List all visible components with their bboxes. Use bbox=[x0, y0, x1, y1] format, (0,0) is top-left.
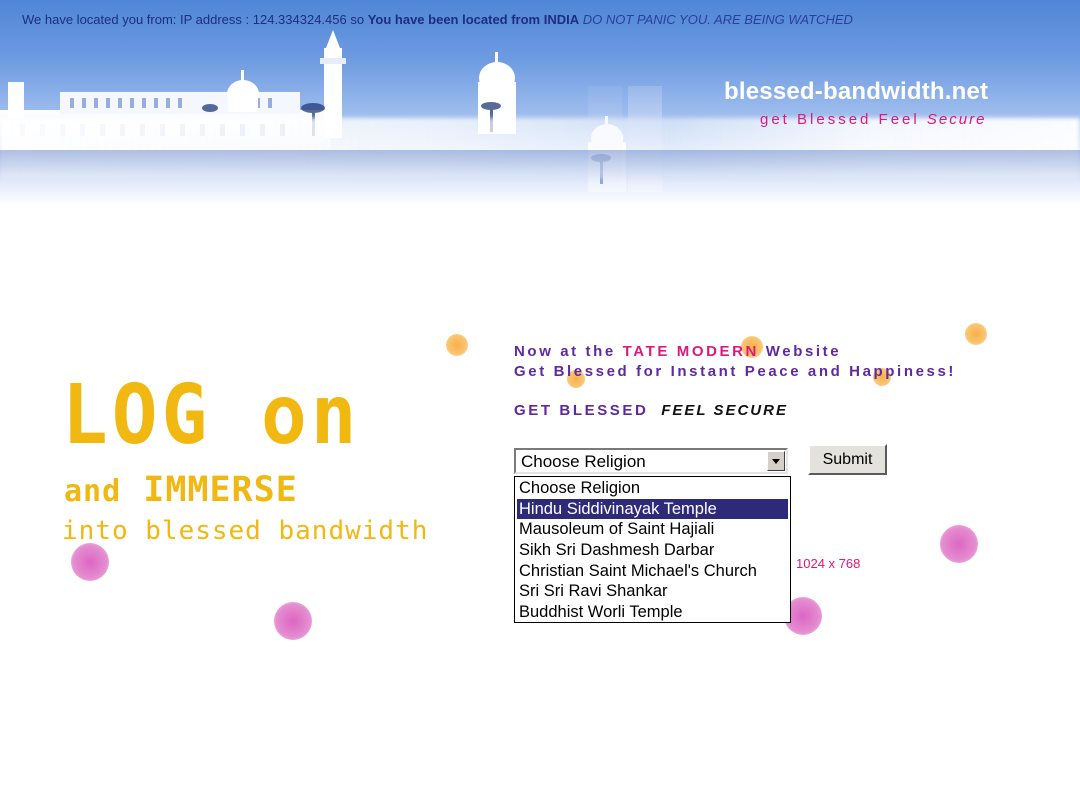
religion-option[interactable]: Christian Saint Michael's Church bbox=[517, 561, 788, 581]
resolution-note: 1024 x 768 bbox=[796, 556, 861, 571]
intro-line-1: Now at the TATE MODERN Website bbox=[514, 343, 841, 360]
chevron-down-icon bbox=[772, 458, 780, 464]
site-brand: blessed-bandwidth.net bbox=[724, 78, 989, 105]
site-tagline: get Blessed Feel Secure bbox=[760, 111, 986, 128]
location-ticker: We have located you from: IP address : 1… bbox=[22, 12, 853, 27]
tagline-blessed: get Blessed Feel bbox=[760, 111, 920, 128]
ticker-location: You have been located from INDIA bbox=[367, 12, 580, 27]
header-banner: We have located you from: IP address : 1… bbox=[0, 0, 1080, 205]
ticker-prefix: We have located you from: IP address : 1… bbox=[22, 12, 365, 27]
religion-options-list[interactable]: Choose Religion Hindu Siddivinayak Templ… bbox=[514, 476, 791, 623]
intro-pre: Now at the bbox=[514, 343, 616, 360]
orange-dot bbox=[965, 323, 987, 345]
sea-band bbox=[0, 150, 1080, 205]
cta-feel-secure: FEEL SECURE bbox=[661, 402, 788, 419]
religion-select[interactable]: Choose Religion bbox=[514, 448, 788, 474]
religion-option[interactable]: Hindu Siddivinayak Temple bbox=[517, 499, 788, 519]
immerse-and: and bbox=[64, 474, 122, 509]
ticker-warning: DO NOT PANIC YOU. ARE BEING WATCHED bbox=[582, 12, 853, 27]
orange-dot bbox=[446, 334, 468, 356]
pink-dot bbox=[71, 543, 109, 581]
immerse-heading: and IMMERSE bbox=[64, 470, 298, 510]
religion-option[interactable]: Buddhist Worli Temple bbox=[517, 602, 788, 622]
dropdown-arrow-button[interactable] bbox=[767, 451, 785, 471]
intro-highlight: TATE MODERN bbox=[622, 343, 759, 360]
tagline-secure: Secure bbox=[926, 111, 987, 128]
cta-line: GET BLESSED FEEL SECURE bbox=[514, 402, 788, 419]
religion-option[interactable]: Choose Religion bbox=[517, 478, 788, 498]
pink-dot bbox=[940, 525, 978, 563]
pink-dot bbox=[274, 602, 312, 640]
into-bandwidth-text: into blessed bandwidth bbox=[62, 516, 429, 546]
immerse-word: IMMERSE bbox=[143, 470, 298, 510]
cta-get-blessed: GET BLESSED bbox=[514, 402, 649, 419]
religion-select-value: Choose Religion bbox=[521, 452, 646, 471]
religion-option[interactable]: Mausoleum of Saint Hajiali bbox=[517, 519, 788, 539]
submit-button[interactable]: Submit bbox=[808, 444, 887, 475]
religion-option[interactable]: Sikh Sri Dashmesh Darbar bbox=[517, 540, 788, 560]
intro-line-2: Get Blessed for Instant Peace and Happin… bbox=[514, 363, 956, 380]
religion-option[interactable]: Sri Sri Ravi Shankar bbox=[517, 581, 788, 601]
intro-post: Website bbox=[765, 343, 842, 360]
log-on-heading: LOG on bbox=[62, 366, 361, 463]
